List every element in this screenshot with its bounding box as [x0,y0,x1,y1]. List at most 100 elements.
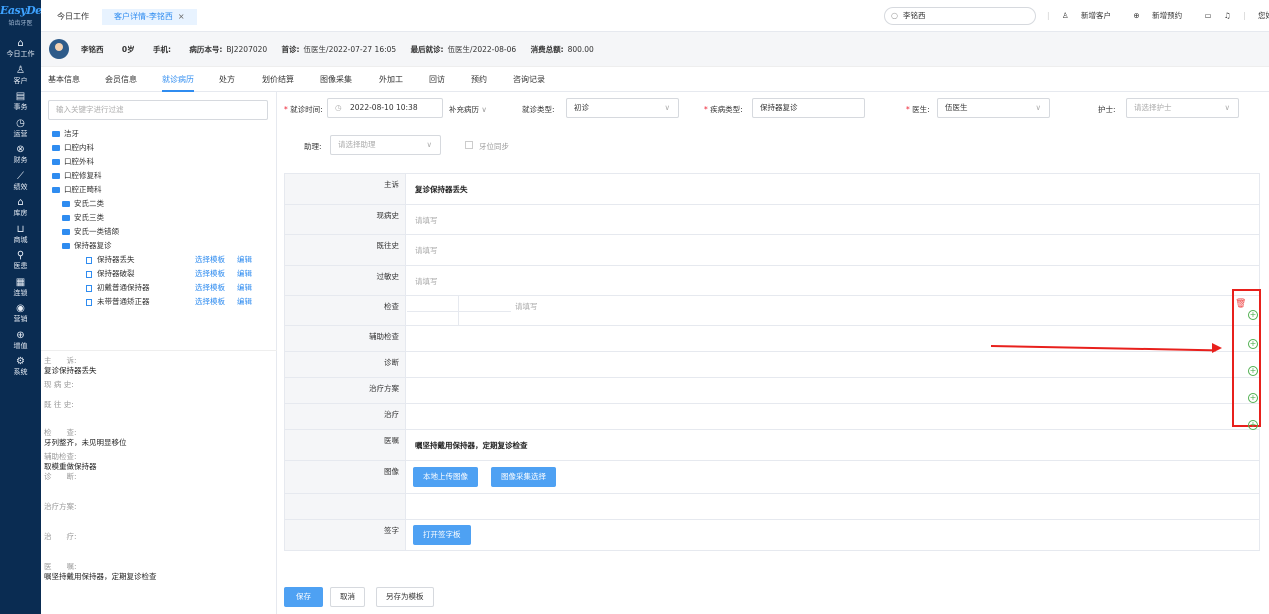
select-template-link[interactable]: 选择模板 [195,269,225,278]
edit-link[interactable]: 编辑 [237,255,252,264]
close-icon[interactable]: × [178,12,185,21]
tree-node[interactable]: 安氏二类 [41,197,277,211]
divider: | [1243,11,1246,20]
tooth-position-grid[interactable] [407,296,511,325]
tree-node[interactable]: 安氏三类 [41,211,277,225]
select-template-link[interactable]: 选择模板 [195,297,225,306]
visit-type-select[interactable]: 初诊 ∨ [566,98,679,118]
nav-item-1[interactable]: ♙ 客户 [0,62,41,89]
nav-item-8[interactable]: ⚲ 医患 [0,247,41,274]
add-row-plus-icon[interactable]: + [1248,339,1258,349]
tree-node[interactable]: 安氏一类错颌 [41,225,277,239]
global-search-input[interactable]: ○ 李铭西 [884,7,1036,25]
tree-node[interactable]: 口腔修复科 [41,169,277,183]
tab-basic-info[interactable]: 基本信息 [48,74,80,85]
nav-item-4[interactable]: ⊗ 财务 [0,141,41,168]
tree-node[interactable]: 保持器复诊 [41,239,277,253]
tab-appointment[interactable]: 预约 [471,74,487,85]
record-field-input[interactable]: 请填写 [415,276,438,287]
new-customer-button[interactable]: ♙ 新增客户 [1062,11,1121,20]
tab-member-info[interactable]: 会员信息 [105,74,137,85]
disease-type-input[interactable]: 保持器复诊 [752,98,865,118]
tree-node[interactable]: 保持器丢失 选择模板 编辑 [41,253,277,267]
user-menu[interactable]: 您好，超管 ∨ [1258,11,1269,20]
select-template-link[interactable]: 选择模板 [195,255,225,264]
nav-item-12[interactable]: ⚙ 系统 [0,353,41,380]
open-signature-button[interactable]: 打开签字板 [413,525,471,545]
summary-row: 辅助检查: 取模重做保持器 [44,452,277,472]
record-row-label: 治疗方案 [285,378,406,403]
summary-row: 治疗方案: [44,502,277,532]
edit-link[interactable]: 编辑 [237,297,252,306]
nav-item-11[interactable]: ⊕ 增值 [0,327,41,354]
image-capture-select-button[interactable]: 图像采集选择 [491,467,556,487]
folder-icon [52,187,60,193]
tab-customer-detail[interactable]: 客户详情-李铭西 × [102,9,197,25]
tab-home[interactable]: 今日工作 [57,9,89,25]
upload-local-image-button[interactable]: 本地上传图像 [413,467,478,487]
tree-node-label: 口腔内科 [64,143,94,152]
tree-node[interactable]: 未带普通矫正器 选择模板 编辑 [41,295,277,309]
summary-label: 检 查: [44,428,77,437]
record-field-value[interactable]: 复诊保持器丢失 [415,184,468,195]
visit-time-picker[interactable]: ◷ 2022-08-10 10:38 [327,98,443,118]
assistant-select[interactable]: 请选择助理 ∨ [330,135,441,155]
nav-item-7[interactable]: ⊔ 商城 [0,221,41,248]
doctor-label: * 医生: [906,105,930,114]
nav-item-3[interactable]: ◷ 运营 [0,115,41,142]
nav-item-2[interactable]: ▤ 事务 [0,88,41,115]
tab-image-capture[interactable]: 图像采集 [320,74,352,85]
supplement-label: 补充病历 [449,105,479,114]
save-as-template-button[interactable]: 另存为模板 [376,587,434,607]
tab-billing[interactable]: 划价结算 [262,74,294,85]
add-row-plus-icon[interactable]: + [1248,366,1258,376]
bell-icon[interactable]: ♫ [1224,11,1231,20]
save-button[interactable]: 保存 [284,587,323,607]
record-field-input[interactable]: 请填写 [415,215,438,226]
nav-item-label: 今日工作 [6,50,35,58]
tab-medical-record[interactable]: 就诊病历 [162,74,194,92]
tab-follow-up[interactable]: 回访 [429,74,445,85]
add-row-plus-icon[interactable]: + [1248,310,1258,320]
tree-node-label: 保持器丢失 [97,255,135,264]
nav-item-9[interactable]: ▦ 连锁 [0,274,41,301]
new-appointment-button[interactable]: ⊕ 新增预约 [1133,11,1192,20]
record-row-label: 主诉 [285,174,406,204]
nav-item-label: 连锁 [13,288,28,297]
message-icon[interactable]: ▭ [1204,11,1211,20]
tree-node[interactable]: 初戴普通保持器 选择模板 编辑 [41,281,277,295]
record-row: 治疗方案 [285,378,1259,404]
exam-input[interactable]: 请填写 [515,301,538,312]
cancel-button[interactable]: 取消 [330,587,365,607]
supplement-record-dropdown[interactable]: 补充病历 ∨ [449,104,487,115]
tree-node[interactable]: 口腔外科 [41,155,277,169]
template-filter-input[interactable]: 输入关键字进行过滤 [48,100,268,120]
select-template-link[interactable]: 选择模板 [195,283,225,292]
edit-link[interactable]: 编辑 [237,269,252,278]
nav-item-0[interactable]: ⌂ 今日工作 [0,35,41,62]
home-icon: ⌂ [17,38,24,49]
summary-row: 现 病 史: [44,380,277,400]
add-row-plus-icon[interactable]: + [1248,393,1258,403]
doctor-select[interactable]: 伍医生 ∨ [937,98,1050,118]
tree-node[interactable]: 洁牙 [41,127,277,141]
record-row-label: 辅助检查 [285,326,406,351]
tree-node[interactable]: 保持器破裂 选择模板 编辑 [41,267,277,281]
tab-outsourcing[interactable]: 外加工 [379,74,403,85]
tooth-sync-checkbox[interactable] [465,141,473,149]
tab-prescription[interactable]: 处方 [219,74,235,85]
record-field-value[interactable]: 嘱坚持戴用保持器，定期复诊检查 [415,440,528,451]
trash-icon[interactable]: 🗑 [1235,299,1246,309]
edit-link[interactable]: 编辑 [237,283,252,292]
nav-item-5[interactable]: ⟋ 绩效 [0,168,41,195]
top-right-actions: | ♙ 新增客户 ⊕ 新增预约 ▭ ♫ | 您好，超管 ∨ [1047,10,1269,21]
nurse-select[interactable]: 请选择护士 ∨ [1126,98,1239,118]
tree-node[interactable]: 口腔内科 [41,141,277,155]
nav-item-10[interactable]: ◉ 营销 [0,300,41,327]
record-field-input[interactable]: 请填写 [415,245,438,256]
divider: | [1047,11,1050,20]
nav-item-6[interactable]: ⌂ 库房 [0,194,41,221]
tree-node[interactable]: 口腔正畸科 [41,183,277,197]
tab-consult-records[interactable]: 咨询记录 [513,74,545,85]
add-row-plus-icon[interactable]: + [1248,420,1258,430]
